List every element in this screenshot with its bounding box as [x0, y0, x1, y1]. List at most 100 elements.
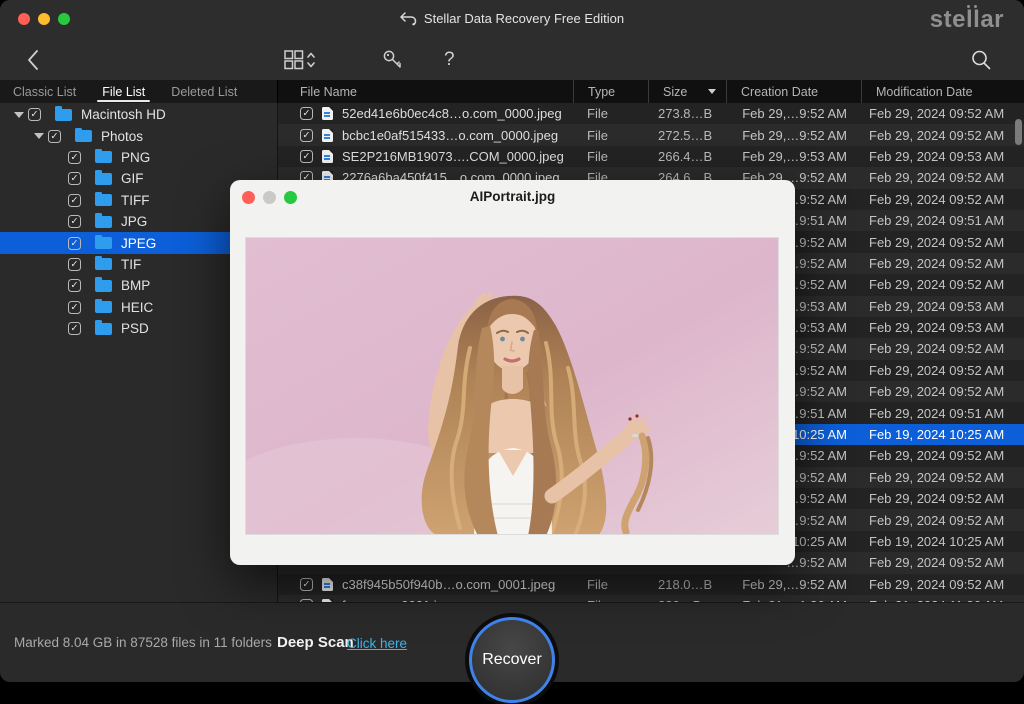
caret-down-icon[interactable]	[10, 112, 28, 118]
cell-file-name: ✓ bcbc1e0af515433…o.com_0000.jpeg	[278, 128, 573, 143]
cell-file-name: ✓SE2P216MB19073….COM_0000.jpeg	[278, 149, 573, 164]
column-header-size[interactable]: Size	[648, 80, 726, 103]
cell-modification-date: Feb 29, 2024 09:52 AM	[861, 128, 1024, 143]
header-strip: Classic List File List Deleted List File…	[0, 80, 1024, 103]
deep-scan-label: Deep Scan	[277, 634, 354, 651]
tree-checkbox[interactable]: ✓	[48, 130, 61, 143]
cell-modification-date: Feb 29, 2024 09:52 AM	[861, 470, 1024, 485]
column-header-file-name[interactable]: File Name	[278, 80, 573, 103]
folder-icon	[95, 280, 112, 292]
row-checkbox[interactable]: ✓	[300, 150, 313, 163]
file-icon	[322, 578, 333, 591]
file-name: c38f945b50f940b…o.com_0001.jpeg	[342, 577, 555, 592]
cell-modification-date: Feb 29, 2024 09:52 AM	[861, 491, 1024, 506]
cell-size: 273.8…B	[648, 106, 726, 121]
cell-modification-date: Feb 29, 2024 09:51 AM	[861, 406, 1024, 421]
tree-checkbox[interactable]: ✓	[68, 194, 81, 207]
cell-modification-date: Feb 29, 2024 09:51 AM	[861, 213, 1024, 228]
back-arrow-icon	[400, 12, 417, 26]
tree-item-label: Photos	[101, 129, 143, 144]
cell-type: File	[573, 149, 648, 164]
tree-item-label: Macintosh HD	[81, 107, 166, 122]
table-row[interactable]: ✓ 52ed41e6b0ec4c8…o.com_0000.jpeg File273.…	[278, 103, 1024, 124]
folder-icon	[95, 301, 112, 313]
file-icon	[322, 129, 333, 142]
cell-modification-date: Feb 29, 2024 09:53 AM	[861, 149, 1024, 164]
tab-deleted-list[interactable]: Deleted List	[158, 80, 250, 103]
tree-checkbox[interactable]: ✓	[68, 237, 81, 250]
cell-modification-date: Feb 29, 2024 09:52 AM	[861, 513, 1024, 528]
help-icon[interactable]: ?	[444, 49, 455, 71]
cell-modification-date: Feb 19, 2024 10:25 AM	[861, 427, 1024, 442]
cell-modification-date: Feb 29, 2024 09:52 AM	[861, 363, 1024, 378]
table-row[interactable]: ✓bcbc1e0af515433…o.com_0000.jpegFile272.…	[278, 124, 1024, 145]
tree-checkbox[interactable]: ✓	[68, 151, 81, 164]
tree-checkbox[interactable]: ✓	[68, 301, 81, 314]
window-title-text: Stellar Data Recovery Free Edition	[424, 11, 624, 26]
column-header-type[interactable]: Type	[573, 80, 648, 103]
folder-icon	[95, 237, 112, 249]
search-icon[interactable]	[970, 49, 992, 71]
cell-creation-date: Feb 29,…9:52 AM	[726, 128, 861, 143]
tree-checkbox[interactable]: ✓	[68, 172, 81, 185]
cell-creation-date: Feb 29,…9:53 AM	[726, 149, 861, 164]
cell-modification-date: Feb 29, 2024 09:53 AM	[861, 320, 1024, 335]
row-checkbox[interactable]: ✓	[300, 129, 313, 142]
tree-checkbox[interactable]: ✓	[68, 322, 81, 335]
table-row[interactable]: ✓c38f945b50f940b…o.com_0001.jpegFile218.…	[278, 574, 1024, 595]
tab-classic-list[interactable]: Classic List	[0, 80, 89, 103]
marked-summary: Marked 8.04 GB in 87528 files in 11 fold…	[14, 635, 272, 650]
column-header-creation-date[interactable]: Creation Date	[726, 80, 861, 103]
scrollbar-thumb[interactable]	[1015, 119, 1022, 145]
cell-modification-date: Feb 29, 2024 09:52 AM	[861, 170, 1024, 185]
preview-window[interactable]: AIPortrait.jpg	[230, 180, 795, 565]
portrait-image	[246, 238, 779, 535]
cell-modification-date: Feb 29, 2024 09:52 AM	[861, 235, 1024, 250]
cell-modification-date: Feb 29, 2024 09:52 AM	[861, 448, 1024, 463]
cell-creation-date: Feb 29,…9:52 AM	[726, 577, 861, 592]
tab-file-list[interactable]: File List	[89, 80, 158, 103]
row-checkbox[interactable]: ✓	[300, 107, 313, 120]
caret-down-icon[interactable]	[30, 133, 48, 139]
file-icon	[322, 150, 333, 163]
preview-title: AIPortrait.jpg	[230, 189, 795, 204]
window-title: Stellar Data Recovery Free Edition	[0, 11, 1024, 26]
file-icon	[322, 107, 333, 120]
cell-modification-date: Feb 29, 2024 09:52 AM	[861, 192, 1024, 207]
folder-icon	[95, 323, 112, 335]
cell-file-name: ✓ 52ed41e6b0ec4c8…o.com_0000.jpeg	[278, 106, 573, 121]
tree-item-png[interactable]: ✓PNG	[0, 147, 277, 168]
file-name: bcbc1e0af515433…o.com_0000.jpeg	[342, 128, 558, 143]
back-button[interactable]	[26, 49, 40, 71]
tree-item-macintosh-hd[interactable]: ✓ Macintosh HD	[0, 104, 277, 125]
cell-modification-date: Feb 29, 2024 09:52 AM	[861, 577, 1024, 592]
cell-modification-date: Feb 29, 2024 09:52 AM	[861, 555, 1024, 570]
tree-checkbox[interactable]: ✓	[28, 108, 41, 121]
deep-scan-link[interactable]: Click here	[347, 636, 407, 651]
table-row[interactable]: ✓SE2P216MB19073….COM_0000.jpegFile266.4……	[278, 146, 1024, 167]
sort-arrow-icon	[708, 89, 716, 94]
column-header-modification-date[interactable]: Modification Date	[861, 80, 1024, 103]
column-headers: File Name Type Size Creation Date Modifi…	[278, 80, 1024, 103]
folder-icon	[75, 130, 92, 142]
tree-item-label: GIF	[121, 171, 144, 186]
cell-modification-date: Feb 29, 2024 09:52 AM	[861, 277, 1024, 292]
view-grid-icon[interactable]	[284, 49, 316, 71]
cell-file-name: ✓ c38f945b50f940b…o.com_0001.jpeg	[278, 577, 573, 592]
recover-button[interactable]: Recover	[469, 617, 555, 703]
list-tabs: Classic List File List Deleted List	[0, 80, 278, 103]
tree-item-photos[interactable]: ✓ Photos	[0, 125, 277, 146]
tree-checkbox[interactable]: ✓	[68, 258, 81, 271]
tree-checkbox[interactable]: ✓	[68, 279, 81, 292]
cell-type: File	[573, 106, 648, 121]
table-row[interactable]: ✓f…o.com_0001.jpegFile220…BFeb 21,…1:26 …	[278, 595, 1024, 602]
tree-checkbox[interactable]: ✓	[68, 215, 81, 228]
cell-type: File	[573, 128, 648, 143]
folder-icon	[95, 194, 112, 206]
row-checkbox[interactable]: ✓	[300, 578, 313, 591]
file-name: 52ed41e6b0ec4c8…o.com_0000.jpeg	[342, 106, 562, 121]
cell-size: 266.4…B	[648, 149, 726, 164]
tree-item-label: TIF	[121, 257, 141, 272]
folder-icon	[95, 173, 112, 185]
license-key-icon[interactable]	[382, 49, 404, 71]
